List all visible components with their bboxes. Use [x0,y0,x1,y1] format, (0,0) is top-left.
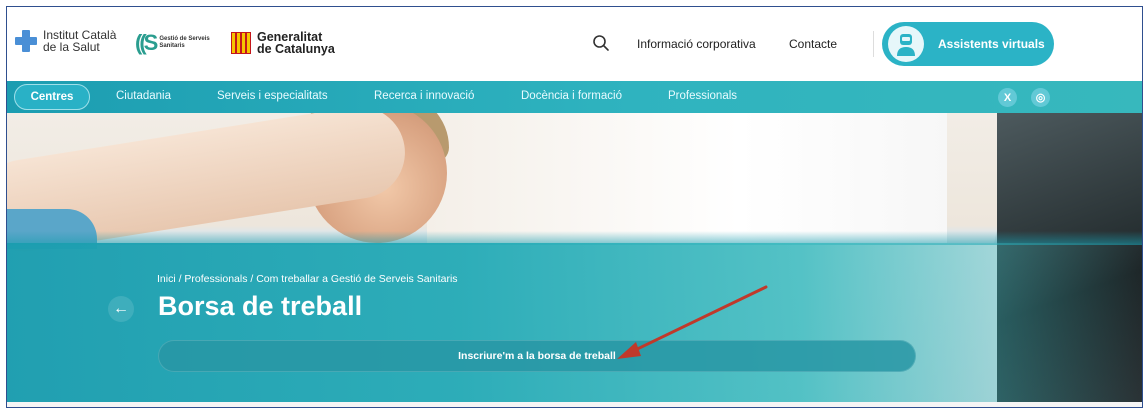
senyera-icon [231,32,251,54]
hero-overlay [7,243,1142,407]
gss-mark-icon: ((S [135,30,158,55]
link-corporate-info[interactable]: Informació corporativa [637,37,756,51]
assistant-avatar-icon [888,26,924,62]
logo-gss[interactable]: ((S Gestió de Serveis Sanitaris [135,30,211,56]
nav-item-docencia[interactable]: Docència i formació [521,90,622,102]
back-arrow-icon[interactable]: ← [108,296,134,322]
link-contact[interactable]: Contacte [789,37,837,51]
site-header: Institut Català de la Salut ((S Gestió d… [7,7,1142,81]
breadcrumb[interactable]: Inici / Professionals / Com treballar a … [157,273,458,285]
search-icon[interactable] [592,34,610,52]
x-icon[interactable]: X [998,88,1017,107]
page-frame: Institut Català de la Salut ((S Gestió d… [6,6,1143,408]
nav-item-serveis[interactable]: Serveis i especialitats [217,90,328,102]
signup-job-pool-button[interactable]: Inscriure'm a la borsa de treball [158,340,916,372]
logo-ics-line2: de la Salut [43,40,100,54]
ics-cross-icon [15,30,37,52]
nav-item-professionals[interactable]: Professionals [668,90,737,102]
logo-generalitat[interactable]: Generalitat de Catalunya [231,31,335,55]
logo-gen-line2: de Catalunya [257,42,335,56]
logo-gss-text: Gestió de Serveis Sanitaris [159,36,210,49]
instagram-icon[interactable]: ◎ [1031,88,1050,107]
assistants-button[interactable]: Assistents virtuals [882,22,1054,66]
nav-item-recerca[interactable]: Recerca i innovació [374,90,474,102]
logo-ics[interactable]: Institut Català de la Salut [15,29,116,53]
assistants-button-label: Assistents virtuals [938,37,1045,51]
nav-item-ciutadania[interactable]: Ciutadania [116,90,171,102]
main-nav: Centres Ciutadania Serveis i especialita… [7,81,1142,113]
page-title: Borsa de treball [158,291,363,321]
header-divider [873,31,874,57]
nav-item-centres[interactable]: Centres [14,84,90,110]
content-start-strip [7,402,1142,407]
hero-photo-wall [427,113,947,243]
